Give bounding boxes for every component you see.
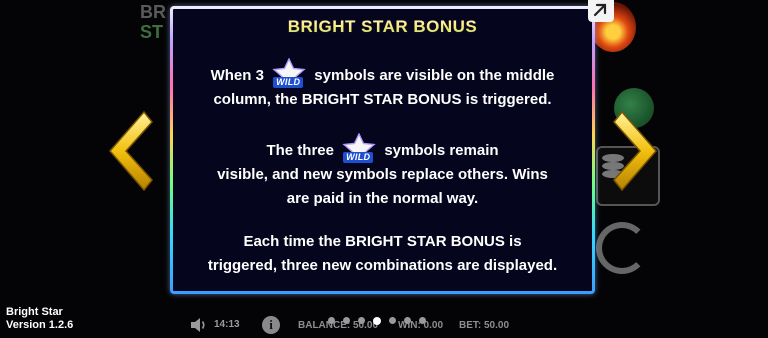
wild-star-icon: WILD (270, 58, 308, 88)
page-dot-6[interactable] (404, 317, 411, 324)
game-info: Bright Star Version 1.2.6 (6, 306, 74, 331)
paragraph-trigger: When 3 WILD symbols are visible on the m… (183, 58, 582, 112)
close-button[interactable] (588, 0, 614, 22)
background-logo: BR ST (140, 2, 166, 42)
page-indicator (328, 317, 426, 325)
bonus-info-dialog: BRIGHT STAR BONUS When 3 WILD symbols ar… (170, 6, 595, 294)
page-dot-5[interactable] (389, 317, 396, 324)
page-dot-2[interactable] (343, 317, 350, 324)
info-button[interactable]: i (262, 316, 280, 334)
paragraph-combinations: Each time the BRIGHT STAR BONUS is trigg… (207, 233, 558, 274)
page-dot-7[interactable] (419, 317, 426, 324)
page-dot-3[interactable] (358, 317, 365, 324)
bet-display: BET: 50.00 (459, 320, 510, 331)
wild-star-icon: WILD (340, 133, 378, 163)
chevron-left-icon (109, 110, 153, 192)
sound-toggle-button[interactable] (190, 317, 208, 338)
chevron-right-icon (613, 110, 657, 192)
next-page-button[interactable] (612, 108, 662, 194)
speaker-icon (191, 318, 205, 332)
clock-time: 14:13 (214, 319, 240, 330)
close-icon (593, 3, 607, 17)
page-dot-1[interactable] (328, 317, 335, 324)
paragraph-wild-remain: The three WILD symbols remain visible, a… (183, 133, 582, 211)
spin-icon (596, 222, 648, 274)
dialog-title: BRIGHT STAR BONUS (173, 17, 592, 37)
page-dot-4[interactable] (373, 317, 381, 325)
previous-page-button[interactable] (104, 108, 154, 194)
info-icon: i (269, 317, 273, 332)
